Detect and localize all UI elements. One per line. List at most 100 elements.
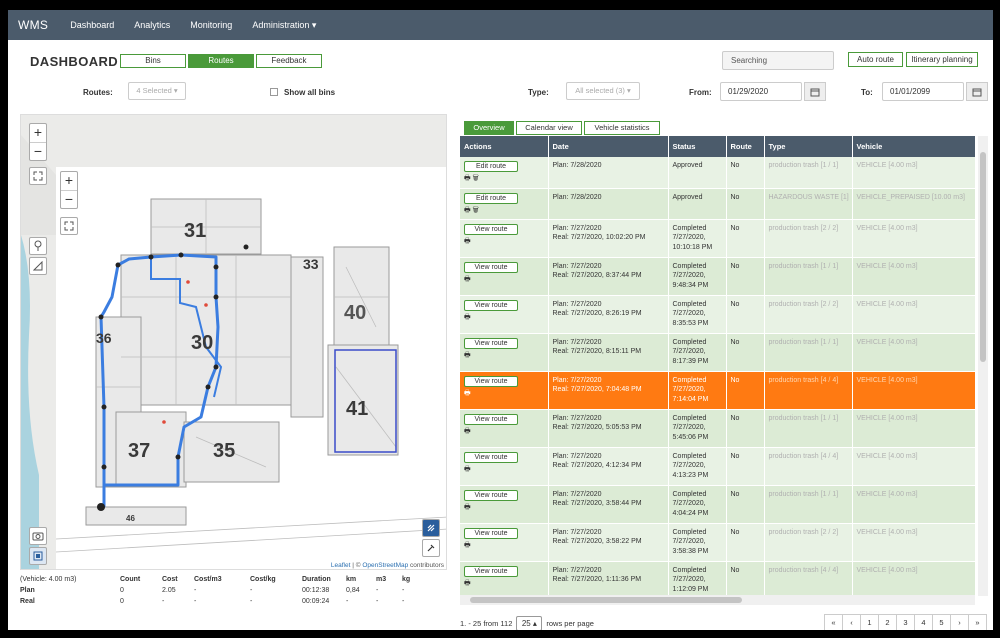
layer-toggle-button[interactable] — [29, 547, 47, 565]
page-3-button[interactable]: 3 — [896, 614, 915, 630]
inner-fullscreen-button[interactable] — [60, 217, 78, 235]
type-select[interactable]: All selected (3) ▾ — [566, 82, 640, 100]
routes-table-container[interactable]: Actions Date Status Route Type Vehicle E… — [460, 136, 975, 596]
route-action-button[interactable]: View route — [464, 299, 518, 311]
row-icons[interactable]: 🖶 — [464, 427, 548, 437]
tab-routes[interactable]: Routes — [188, 54, 254, 68]
osm-link[interactable]: OpenStreetMap — [362, 562, 408, 569]
auto-route-button[interactable]: Auto route — [848, 52, 903, 67]
row-icons[interactable]: 🖶 — [464, 351, 548, 361]
inner-zoom-out-button[interactable]: − — [61, 190, 77, 208]
page-4-button[interactable]: 4 — [914, 614, 933, 630]
row-icons[interactable]: 🖶 — [464, 275, 548, 285]
outer-zoom-out-button[interactable]: − — [30, 142, 46, 160]
col-header-date[interactable]: Date — [548, 136, 669, 157]
route-action-button[interactable]: View route — [464, 375, 518, 387]
route-action-button[interactable]: Edit route — [464, 161, 518, 172]
table-row[interactable]: View route 🖶 Plan: 7/27/2020 Real: 7/27/202… — [460, 219, 975, 258]
route-action-button[interactable]: View route — [464, 451, 518, 463]
col-header-route[interactable]: Route — [726, 136, 765, 157]
col-header-vehicle[interactable]: Vehicle — [852, 136, 975, 157]
map-layer-button[interactable] — [422, 519, 440, 537]
map-tools-button[interactable] — [422, 539, 440, 557]
tab-calendar-view[interactable]: Calendar view — [516, 121, 582, 135]
nav-dashboard[interactable]: Dashboard — [60, 20, 124, 30]
draw-area-button[interactable] — [29, 257, 47, 275]
table-row[interactable]: View route 🖶 Plan: 7/27/2020 Real: 7/27/202… — [460, 447, 975, 486]
row-icons[interactable]: 🖶 — [464, 465, 548, 475]
row-icons[interactable]: 🖶 🗑 — [464, 206, 548, 216]
nav-analytics[interactable]: Analytics — [124, 20, 180, 30]
table-row[interactable]: View route 🖶 Plan: 7/27/2020 Real: 7/27/202… — [460, 409, 975, 448]
nav-monitoring[interactable]: Monitoring — [180, 20, 242, 30]
scrollbar-thumb[interactable] — [470, 597, 742, 603]
row-icons[interactable]: 🖶 🗑 — [464, 174, 548, 184]
camera-button[interactable] — [29, 527, 47, 545]
route-action-button[interactable]: View route — [464, 565, 518, 577]
table-row[interactable]: View route 🖶 Plan: 7/27/2020 Real: 7/27/202… — [460, 561, 975, 596]
to-calendar-button[interactable] — [966, 82, 988, 101]
cell-route: No — [726, 157, 765, 189]
route-action-button[interactable]: View route — [464, 413, 518, 425]
itinerary-planning-button[interactable]: Itinerary planning — [906, 52, 978, 67]
scrollbar-thumb[interactable] — [980, 152, 986, 362]
col-header-actions[interactable]: Actions — [460, 136, 549, 157]
table-row-selected[interactable]: View route 🖶 Plan: 7/27/2020 Real: 7/27/202… — [460, 371, 975, 410]
table-vertical-scrollbar[interactable] — [978, 136, 988, 596]
row-icons[interactable]: 🖶 — [464, 313, 548, 323]
nav-administration[interactable]: Administration ▾ — [242, 20, 326, 31]
outer-fullscreen-button[interactable] — [29, 167, 47, 185]
col-header-type[interactable]: Type — [764, 136, 853, 157]
tab-feedback[interactable]: Feedback — [256, 54, 322, 68]
page-1-button[interactable]: 1 — [860, 614, 879, 630]
page-2-button[interactable]: 2 — [878, 614, 897, 630]
rows-per-page-select[interactable]: 25 ▴ — [516, 616, 543, 630]
floorplan-map[interactable]: 31 33 36 30 40 41 37 35 46 + − Leaflet |… — [56, 167, 446, 569]
route-action-button[interactable]: View route — [464, 223, 518, 235]
route-view-tabs: Overview Calendar view Vehicle statistic… — [464, 121, 660, 135]
page-prev-button[interactable]: ‹ — [842, 614, 861, 630]
page-last-button[interactable]: » — [968, 614, 987, 630]
row-icons[interactable]: 🖶 — [464, 503, 548, 513]
draw-marker-button[interactable] — [29, 237, 47, 255]
table-row[interactable]: View route 🖶 Plan: 7/27/2020 Real: 7/27/202… — [460, 485, 975, 524]
routes-select[interactable]: 4 Selected ▾ — [128, 82, 186, 100]
tab-bins[interactable]: Bins — [120, 54, 186, 68]
table-row[interactable]: View route 🖶 Plan: 7/27/2020 Real: 7/27/202… — [460, 333, 975, 372]
route-action-button[interactable]: View route — [464, 261, 518, 273]
route-action-button[interactable]: View route — [464, 489, 518, 501]
from-calendar-button[interactable] — [804, 82, 826, 101]
tab-overview[interactable]: Overview — [464, 121, 514, 135]
route-action-button[interactable]: Edit route — [464, 192, 518, 204]
row-icons[interactable]: 🖶 — [464, 389, 548, 399]
table-row[interactable]: Edit route 🖶 🗑 Plan: 7/28/2020 Approved No pr… — [460, 157, 975, 189]
page-first-button[interactable]: « — [824, 614, 843, 630]
table-row[interactable]: View route 🖶 Plan: 7/27/2020 Real: 7/27/202… — [460, 257, 975, 296]
leaflet-link[interactable]: Leaflet — [331, 562, 351, 569]
outer-zoom-in-button[interactable]: + — [30, 124, 46, 142]
table-row[interactable]: View route 🖶 Plan: 7/27/2020 Real: 7/27/202… — [460, 523, 975, 562]
stats-cell: - — [250, 587, 253, 594]
table-horizontal-scrollbar[interactable] — [460, 595, 975, 605]
inner-zoom-in-button[interactable]: + — [61, 172, 77, 190]
row-icons[interactable]: 🖶 — [464, 541, 548, 551]
tab-vehicle-statistics[interactable]: Vehicle statistics — [584, 121, 660, 135]
from-date-input[interactable]: 01/29/2020 — [720, 82, 802, 101]
to-date-input[interactable]: 01/01/2099 — [882, 82, 964, 101]
map-container[interactable]: + − 31 33 36 30 40 41 37 35 46 + − Leafl… — [20, 114, 447, 570]
table-row[interactable]: View route 🖶 Plan: 7/27/2020 Real: 7/27/202… — [460, 295, 975, 334]
real-date: Real: 7/27/2020, 7:04:48 PM — [552, 386, 642, 394]
table-row[interactable]: Edit route 🖶 🗑 Plan: 7/28/2020 Approved No HA… — [460, 188, 975, 220]
page-5-button[interactable]: 5 — [932, 614, 951, 630]
page-next-button[interactable]: › — [950, 614, 969, 630]
route-action-button[interactable]: View route — [464, 527, 518, 539]
row-icons[interactable]: 🖶 — [464, 237, 548, 247]
cell-actions: Edit route 🖶 🗑 — [460, 157, 549, 189]
brand-logo[interactable]: WMS — [8, 18, 60, 32]
show-all-bins-checkbox[interactable] — [270, 88, 278, 96]
plan-date: Plan: 7/27/2020 — [552, 566, 602, 574]
row-icons[interactable]: 🖶 — [464, 579, 548, 589]
route-action-button[interactable]: View route — [464, 337, 518, 349]
col-header-status[interactable]: Status — [668, 136, 727, 157]
search-status-field[interactable]: Searching — [722, 51, 834, 70]
